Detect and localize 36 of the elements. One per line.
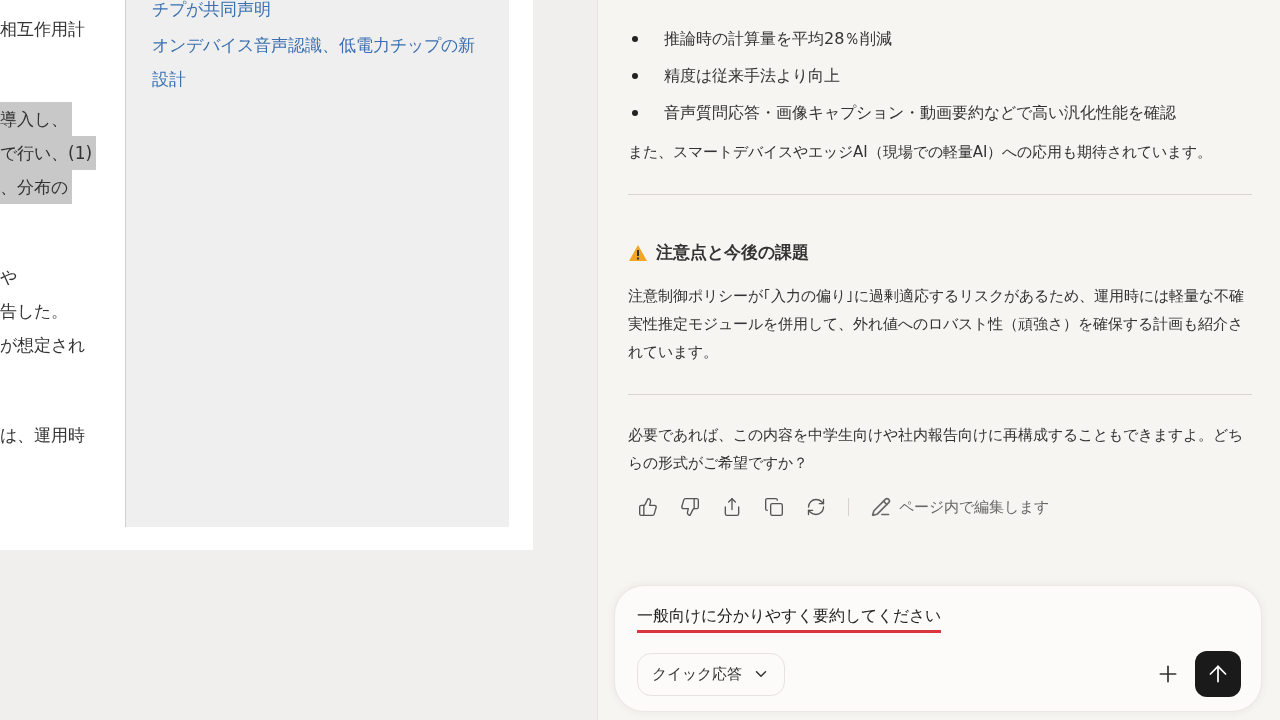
- thumbs-up-button[interactable]: [638, 497, 658, 517]
- related-link[interactable]: チプが共同声明: [152, 0, 483, 26]
- refresh-icon: [806, 497, 826, 517]
- warning-icon: [628, 243, 648, 262]
- share-icon: [722, 497, 742, 517]
- article-text: 告した。: [0, 300, 69, 323]
- mode-dropdown[interactable]: クイック応答: [637, 652, 785, 696]
- bullet-icon: [632, 36, 638, 42]
- article-text: は、運用時: [0, 424, 86, 447]
- edit-in-page-button[interactable]: ページ内で編集します: [871, 497, 1049, 517]
- bullet-text: 精度は従来手法より向上: [664, 65, 840, 87]
- article-text: が想定され: [0, 334, 86, 357]
- article-text: や: [0, 266, 18, 289]
- pencil-icon: [871, 497, 891, 517]
- copy-icon: [764, 497, 784, 517]
- summary-text: また、スマートデバイスやエッジAI（現場での軽量AI）への応用も期待されています。: [628, 142, 1214, 163]
- bullet-icon: [632, 73, 638, 79]
- highlighted-text: 導入し、: [0, 102, 72, 136]
- thumbs-up-icon: [638, 497, 658, 517]
- bullet-text: 音声質問応答・画像キャプション・動画要約などで高い汎化性能を確認: [664, 102, 1176, 124]
- share-button[interactable]: [722, 497, 742, 517]
- bullet-text: 推論時の計算量を平均28％削減: [664, 28, 893, 50]
- thumbs-down-icon: [680, 497, 700, 517]
- section-heading: 注意点と今後の課題: [656, 241, 809, 264]
- bullet-icon: [632, 110, 638, 116]
- send-button[interactable]: [1195, 651, 1241, 697]
- section-text: 注意制御ポリシーが｢入力の偏り｣に過剰適応するリスクがあるため、運用時には軽量な不確実性推定モジュールを併用して、外れ値へのロバスト性（頑強さ）を確保する計画も紹介されています。: [628, 286, 1245, 363]
- article-text: 相互作用計: [0, 18, 86, 41]
- closing-text: 必要であれば、この内容を中学生向けや社内報告向けに再構成することもできますよ。どちらの形式がご希望ですか？: [628, 425, 1244, 474]
- highlighted-text: 、分布の: [0, 170, 72, 204]
- refresh-button[interactable]: [806, 497, 826, 517]
- highlighted-text: で行い、(1): [0, 136, 97, 170]
- copy-button[interactable]: [764, 497, 784, 517]
- thumbs-down-button[interactable]: [680, 497, 700, 517]
- related-link[interactable]: オンデバイス音声認識、低電力チップの新設計: [152, 28, 483, 96]
- message-input[interactable]: 一般向けに分かりやすく要約してください: [637, 606, 941, 633]
